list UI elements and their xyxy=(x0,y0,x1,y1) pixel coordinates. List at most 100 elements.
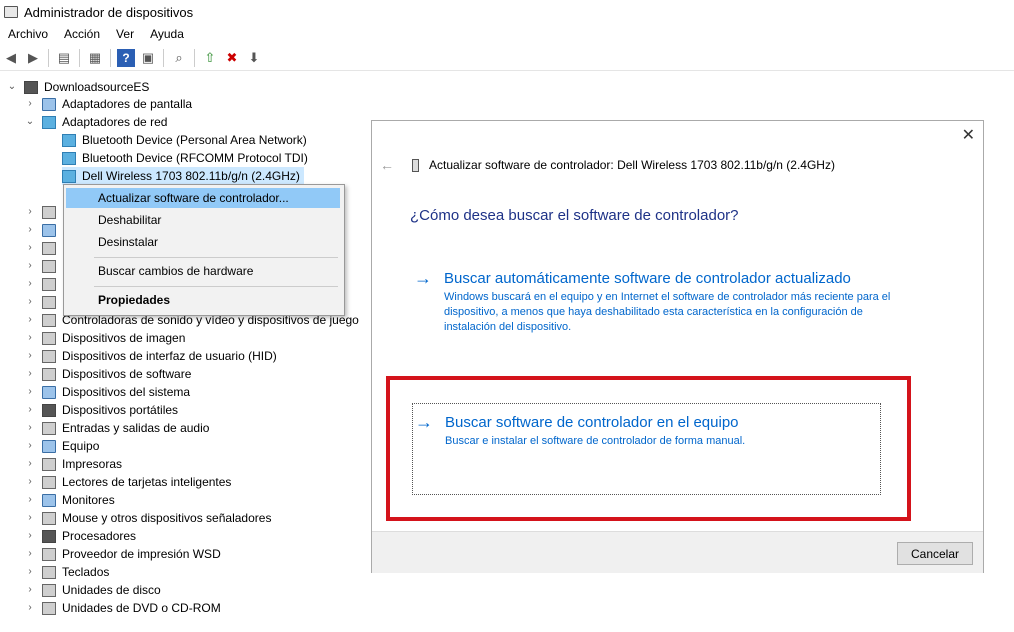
tree-item[interactable]: › Equipo xyxy=(24,437,99,455)
forward-icon[interactable]: ▶ xyxy=(24,49,42,67)
bluetooth-icon xyxy=(42,223,56,237)
browse-computer-option[interactable]: → Buscar software de controlador en el e… xyxy=(412,403,881,495)
tree-item[interactable]: › Dispositivos de interfaz de usuario (HI… xyxy=(24,347,276,365)
tree-item[interactable]: › Unidades de disco xyxy=(24,581,160,599)
menu-item-scan-hardware[interactable]: Buscar cambios de hardware xyxy=(66,261,340,281)
chevron-right-icon[interactable]: › xyxy=(24,437,36,455)
chevron-right-icon[interactable]: › xyxy=(24,311,36,329)
smart-card-icon xyxy=(42,475,56,489)
tree-item-label: Bluetooth Device (RFCOMM Protocol TDI) xyxy=(82,151,308,165)
chevron-right-icon[interactable]: › xyxy=(24,527,36,545)
tree-root[interactable]: ⌄ DownloadsourceES xyxy=(6,78,150,96)
chevron-right-icon[interactable]: › xyxy=(24,419,36,437)
tree-item[interactable]: Bluetooth Device (Personal Area Network) xyxy=(62,131,307,149)
tree-item-label: Entradas y salidas de audio xyxy=(62,421,210,435)
toolbar: ◀ ▶ ▤ ▦ ? ▣ ⌕ ⇧ ✖ ⬇ xyxy=(0,46,1014,71)
tree-item[interactable]: › Procesadores xyxy=(24,527,136,545)
menu-ver[interactable]: Ver xyxy=(108,24,142,44)
chevron-right-icon[interactable]: › xyxy=(24,203,36,221)
chevron-right-icon[interactable]: › xyxy=(24,239,36,257)
chevron-right-icon[interactable]: › xyxy=(24,545,36,563)
arrow-right-icon: → xyxy=(414,268,432,288)
show-hide-tree-icon[interactable]: ▤ xyxy=(55,49,73,67)
tree-item[interactable]: Bluetooth Device (RFCOMM Protocol TDI) xyxy=(62,149,308,167)
tree-item-label: Dispositivos del sistema xyxy=(62,385,191,399)
chevron-right-icon[interactable]: › xyxy=(24,293,36,311)
chevron-right-icon[interactable]: › xyxy=(24,383,36,401)
chevron-right-icon[interactable]: › xyxy=(24,275,36,293)
tree-item[interactable]: › Entradas y salidas de audio xyxy=(24,419,209,437)
disk-drive-icon xyxy=(42,583,56,597)
title-bar: Administrador de dispositivos xyxy=(0,0,1014,24)
chevron-down-icon[interactable]: ⌄ xyxy=(24,113,36,131)
chevron-right-icon[interactable]: › xyxy=(24,455,36,473)
tree-item[interactable]: ⌄ Adaptadores de red xyxy=(24,113,168,131)
tree-item-label: Dispositivos de software xyxy=(62,367,192,381)
menu-archivo[interactable]: Archivo xyxy=(0,24,56,44)
toolbar-separator xyxy=(163,49,164,67)
chevron-right-icon[interactable]: › xyxy=(24,509,36,527)
chevron-right-icon[interactable]: › xyxy=(24,581,36,599)
chevron-right-icon[interactable]: › xyxy=(24,257,36,275)
network-adapter-icon xyxy=(62,133,76,147)
menu-item-uninstall[interactable]: Desinstalar xyxy=(66,232,340,252)
tree-item[interactable]: › Dispositivos de imagen xyxy=(24,329,185,347)
tree-item[interactable]: › xyxy=(24,257,62,275)
tree-item[interactable]: › Impresoras xyxy=(24,455,122,473)
cancel-button[interactable]: Cancelar xyxy=(897,542,973,565)
menu-ayuda[interactable]: Ayuda xyxy=(142,24,192,44)
close-icon[interactable]: ✕ xyxy=(962,125,975,145)
chevron-right-icon[interactable]: › xyxy=(24,365,36,383)
menu-item-disable[interactable]: Deshabilitar xyxy=(66,210,340,230)
monitor-icon xyxy=(42,493,56,507)
tree-item[interactable]: › Lectores de tarjetas inteligentes xyxy=(24,473,231,491)
back-arrow-icon[interactable]: ← xyxy=(380,157,394,173)
update-driver-icon[interactable]: ⇧ xyxy=(201,49,219,67)
tree-item[interactable]: › Teclados xyxy=(24,563,109,581)
tree-item[interactable]: › Proveedor de impresión WSD xyxy=(24,545,221,563)
scan-hardware-icon[interactable]: ⌕ xyxy=(170,49,188,67)
menu-separator xyxy=(94,257,338,258)
chevron-right-icon[interactable]: › xyxy=(24,329,36,347)
uninstall-device-icon[interactable]: ✖ xyxy=(223,49,241,67)
tree-item-selected[interactable]: Dell Wireless 1703 802.11b/g/n (2.4GHz) xyxy=(62,167,304,185)
chevron-right-icon[interactable]: › xyxy=(24,95,36,113)
menu-accion[interactable]: Acción xyxy=(56,24,108,44)
chevron-down-icon[interactable]: ⌄ xyxy=(6,78,18,96)
back-icon[interactable]: ◀ xyxy=(2,49,20,67)
tree-item[interactable]: › Monitores xyxy=(24,491,114,509)
tree-item[interactable]: › xyxy=(24,275,62,293)
view-icon[interactable]: ▣ xyxy=(139,49,157,67)
usb-controller-icon xyxy=(42,295,56,309)
tree-item[interactable]: › xyxy=(24,221,62,239)
toolbar-separator xyxy=(110,49,111,67)
sound-icon xyxy=(42,313,56,327)
tree-item[interactable]: › Dispositivos portátiles xyxy=(24,401,178,419)
tree-item-label: Lectores de tarjetas inteligentes xyxy=(62,475,232,489)
tree-item-label: Equipo xyxy=(62,439,100,453)
enable-device-icon[interactable]: ⬇ xyxy=(245,49,263,67)
chevron-right-icon[interactable]: › xyxy=(24,473,36,491)
arrow-right-icon: → xyxy=(415,412,433,432)
menu-item-update-driver[interactable]: Actualizar software de controlador... xyxy=(66,188,340,208)
chevron-right-icon[interactable]: › xyxy=(24,221,36,239)
tree-item[interactable]: › xyxy=(24,203,62,221)
help-icon[interactable]: ? xyxy=(117,49,135,67)
chevron-right-icon[interactable]: › xyxy=(24,599,36,617)
tree-item[interactable]: › xyxy=(24,239,62,257)
printer-icon xyxy=(42,457,56,471)
tree-item[interactable]: › Unidades de DVD o CD-ROM xyxy=(24,599,220,617)
menu-item-properties[interactable]: Propiedades xyxy=(66,290,340,310)
chevron-right-icon[interactable]: › xyxy=(24,347,36,365)
chevron-right-icon[interactable]: › xyxy=(24,401,36,419)
tree-item-label: Proveedor de impresión WSD xyxy=(62,547,221,561)
chevron-right-icon[interactable]: › xyxy=(24,491,36,509)
chevron-right-icon[interactable]: › xyxy=(24,563,36,581)
properties-icon[interactable]: ▦ xyxy=(86,49,104,67)
tree-item[interactable]: › Dispositivos de software xyxy=(24,365,191,383)
tree-item[interactable]: › Adaptadores de pantalla xyxy=(24,95,192,113)
tree-item[interactable]: › Mouse y otros dispositivos señaladores xyxy=(24,509,271,527)
tree-item[interactable]: › xyxy=(24,293,62,311)
tree-item-label: Bluetooth Device (Personal Area Network) xyxy=(82,133,307,147)
tree-item[interactable]: › Dispositivos del sistema xyxy=(24,383,190,401)
